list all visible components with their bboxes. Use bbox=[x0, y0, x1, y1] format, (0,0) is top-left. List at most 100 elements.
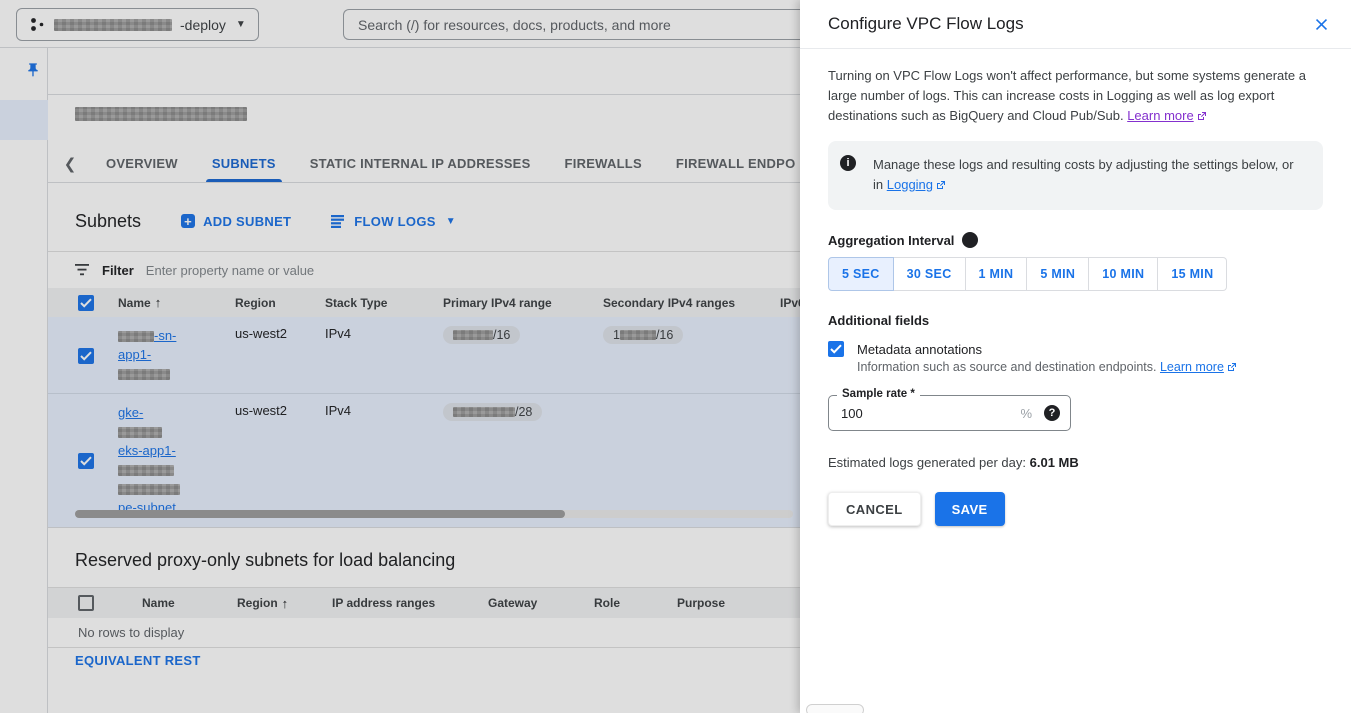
help-icon[interactable]: ? bbox=[1044, 405, 1060, 421]
proxy-subnets-heading: Reserved proxy-only subnets for load bal… bbox=[75, 550, 455, 571]
add-subnet-button[interactable]: + ADD SUBNET bbox=[181, 214, 291, 229]
search-input[interactable] bbox=[344, 17, 800, 33]
metadata-annotations-description: Information such as source and destinati… bbox=[857, 360, 1323, 375]
interval-option-15min[interactable]: 15 MIN bbox=[1158, 257, 1227, 291]
empty-table-message: No rows to display bbox=[48, 618, 800, 648]
app-root: -deploy ▼ VPC network details DELETE VPC… bbox=[0, 0, 1351, 713]
sort-ascending-icon[interactable]: ↑ bbox=[282, 596, 289, 611]
chevron-down-icon: ▼ bbox=[446, 216, 456, 227]
redacted-network-name bbox=[75, 107, 247, 121]
tab-firewalls[interactable]: FIREWALLS bbox=[565, 145, 642, 182]
interval-option-5min[interactable]: 5 MIN bbox=[1027, 257, 1089, 291]
plus-icon: + bbox=[181, 214, 195, 228]
external-link-icon bbox=[1227, 361, 1237, 375]
flow-logs-button[interactable]: FLOW LOGS ▼ bbox=[331, 214, 456, 229]
search-bar bbox=[343, 9, 800, 40]
subnets-table: Filter Name ↑ Region Stack Type Primary … bbox=[48, 251, 800, 528]
aggregation-interval-group: 5 SEC 30 SEC 1 MIN 5 MIN 10 MIN 15 MIN bbox=[828, 257, 1323, 291]
additional-fields-heading: Additional fields bbox=[828, 313, 1323, 328]
region-cell: us-west2 bbox=[235, 394, 325, 527]
subnet-name-link[interactable]: gke- eks-app1- pe-subnet bbox=[118, 394, 235, 527]
redacted-text bbox=[453, 407, 515, 417]
table-row: -sn- app1- us-west2 IPv4 /16 1/16 bbox=[48, 317, 800, 394]
tab-static-internal-ip-addresses[interactable]: STATIC INTERNAL IP ADDRESSES bbox=[310, 145, 531, 182]
estimated-logs-line: Estimated logs generated per day: 6.01 M… bbox=[828, 455, 1323, 470]
help-icon[interactable]: ? bbox=[962, 232, 978, 248]
intro-text: Turning on VPC Flow Logs won't affect pe… bbox=[828, 66, 1327, 127]
redacted-text bbox=[620, 330, 656, 340]
row-checkbox[interactable] bbox=[78, 453, 94, 469]
redacted-text bbox=[118, 465, 174, 476]
tab-overview[interactable]: OVERVIEW bbox=[106, 145, 178, 182]
subnets-table-header: Name ↑ Region Stack Type Primary IPv4 ra… bbox=[48, 288, 800, 317]
logging-link[interactable]: Logging bbox=[887, 177, 933, 192]
info-box: i Manage these logs and resulting costs … bbox=[828, 141, 1323, 210]
project-icon bbox=[29, 16, 46, 33]
filter-label: Filter bbox=[102, 263, 134, 278]
proxy-subnets-table: Name Region ↑ IP address ranges Gateway … bbox=[48, 587, 800, 648]
redacted-text bbox=[453, 330, 493, 340]
redacted-text bbox=[118, 484, 180, 495]
filter-row: Filter bbox=[48, 252, 800, 288]
sample-rate-input[interactable] bbox=[841, 406, 1020, 421]
subnets-heading: Subnets bbox=[75, 211, 141, 232]
row-checkbox[interactable] bbox=[78, 348, 94, 364]
bottom-popup-edge bbox=[806, 704, 864, 713]
tab-scroll-left-icon[interactable]: ❮ bbox=[48, 145, 92, 182]
primary-range-chip: /28 bbox=[443, 403, 542, 421]
filter-icon bbox=[75, 264, 90, 276]
left-nav-rail bbox=[0, 48, 48, 713]
panel-title: Configure VPC Flow Logs bbox=[828, 14, 1024, 34]
subnets-toolbar: Subnets + ADD SUBNET FLOW LOGS ▼ bbox=[48, 203, 800, 239]
interval-option-30sec[interactable]: 30 SEC bbox=[894, 257, 966, 291]
interval-option-1min[interactable]: 1 MIN bbox=[966, 257, 1028, 291]
subnet-name-link[interactable]: -sn- app1- bbox=[118, 317, 235, 393]
metadata-annotations-checkbox[interactable] bbox=[828, 341, 844, 357]
project-selector[interactable]: -deploy ▼ bbox=[16, 8, 259, 41]
aggregation-interval-label: Aggregation Interval bbox=[828, 233, 954, 248]
stack-type-cell: IPv4 bbox=[325, 317, 443, 393]
horizontal-scrollbar[interactable] bbox=[75, 510, 793, 518]
console-main: -deploy ▼ VPC network details DELETE VPC… bbox=[0, 0, 800, 713]
nav-rail-active-item[interactable] bbox=[0, 100, 48, 140]
external-link-icon bbox=[936, 176, 946, 196]
redacted-text bbox=[118, 331, 154, 342]
configure-flow-logs-panel: Configure VPC Flow Logs Turning on VPC F… bbox=[800, 0, 1351, 713]
save-button[interactable]: SAVE bbox=[935, 492, 1005, 526]
scrollbar-thumb[interactable] bbox=[75, 510, 565, 518]
learn-more-link[interactable]: Learn more bbox=[1160, 360, 1224, 374]
interval-option-5sec[interactable]: 5 SEC bbox=[828, 257, 894, 291]
content-area: ❮ OVERVIEW SUBNETS STATIC INTERNAL IP AD… bbox=[48, 95, 800, 713]
learn-more-link[interactable]: Learn more bbox=[1127, 108, 1193, 123]
sample-rate-field: Sample rate * % ? bbox=[828, 395, 1071, 431]
close-icon[interactable] bbox=[1312, 15, 1331, 34]
cancel-button[interactable]: CANCEL bbox=[828, 492, 921, 526]
redacted-text bbox=[118, 369, 170, 380]
select-all-checkbox[interactable] bbox=[78, 295, 94, 311]
info-icon: i bbox=[840, 155, 856, 171]
redacted-project-name bbox=[54, 19, 172, 31]
table-row: gke- eks-app1- pe-subnet us-west2 IPv4 /… bbox=[48, 394, 800, 528]
proxy-table-header: Name Region ↑ IP address ranges Gateway … bbox=[48, 588, 800, 618]
percent-unit: % bbox=[1020, 406, 1032, 421]
stack-type-cell: IPv4 bbox=[325, 394, 443, 527]
project-name-suffix: -deploy bbox=[180, 17, 226, 33]
flow-logs-icon bbox=[331, 215, 346, 228]
select-all-checkbox[interactable] bbox=[78, 595, 94, 611]
tab-firewall-endpoints[interactable]: FIREWALL ENDPO bbox=[676, 145, 796, 182]
metadata-annotations-label[interactable]: Metadata annotations bbox=[857, 342, 982, 357]
tab-bar: ❮ OVERVIEW SUBNETS STATIC INTERNAL IP AD… bbox=[48, 145, 800, 183]
tab-subnets[interactable]: SUBNETS bbox=[212, 145, 276, 182]
sort-ascending-icon[interactable]: ↑ bbox=[155, 295, 162, 310]
chevron-down-icon: ▼ bbox=[236, 19, 246, 30]
filter-input[interactable] bbox=[146, 263, 446, 278]
external-link-icon bbox=[1197, 107, 1207, 127]
interval-option-10min[interactable]: 10 MIN bbox=[1089, 257, 1158, 291]
pin-icon[interactable] bbox=[25, 62, 41, 83]
sample-rate-label: Sample rate * bbox=[837, 388, 920, 400]
equivalent-rest-button[interactable]: EQUIVALENT REST bbox=[75, 653, 201, 668]
page-header: VPC network details DELETE VPC NETWORK bbox=[0, 48, 800, 95]
region-cell: us-west2 bbox=[235, 317, 325, 393]
secondary-range-chip: 1/16 bbox=[603, 326, 683, 344]
top-bar: -deploy ▼ bbox=[0, 0, 800, 48]
